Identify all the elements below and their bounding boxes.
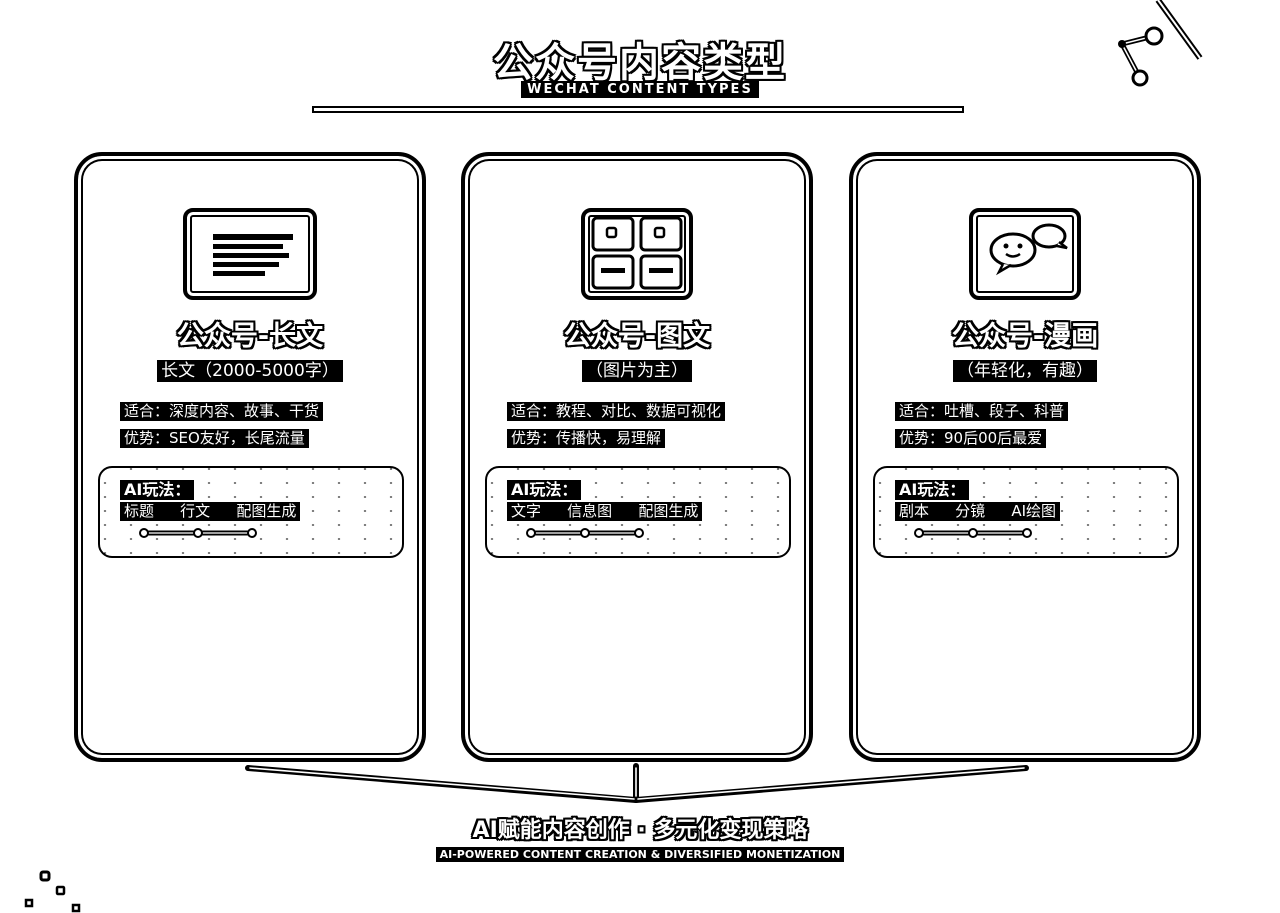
ai-method-label: AI玩法： (895, 480, 970, 500)
ai-method-label: AI玩法： (507, 480, 582, 500)
flow-step: 行文 (180, 502, 211, 520)
document-icon (183, 208, 317, 300)
title-divider (312, 106, 964, 113)
ai-method-box: AI玩法： 文字 → 信息图 → 配图生成 (485, 466, 791, 558)
card-title: 公众号-长文 (176, 321, 324, 352)
ai-flow: 文字 → 信息图 → 配图生成 (507, 502, 703, 521)
flow-step: 分镜 (955, 502, 986, 520)
dots-decoration-icon (24, 870, 81, 913)
flow-step: 文字 (511, 502, 542, 520)
flow-track-icon (526, 528, 644, 538)
card-advantage: 优势：SEO友好，长尾流量 (120, 429, 309, 448)
page-subtitle: WECHAT CONTENT TYPES (0, 81, 1280, 98)
page-title: 公众号内容类型 (493, 40, 787, 86)
ai-flow: 标题 → 行文 → 配图生成 (120, 502, 301, 521)
ai-method-label: AI玩法： (120, 480, 195, 500)
card-subtitle: （年轻化，有趣） (853, 356, 1197, 382)
flow-step: 剧本 (899, 502, 930, 520)
card-subtitle: （图片为主） (465, 356, 809, 382)
card-advantage: 优势：传播快，易理解 (507, 429, 666, 448)
ai-flow: 剧本 → 分镜 → AI绘图 (895, 502, 1060, 521)
flow-step: 标题 (124, 502, 155, 520)
card-advantage: 优势：90后00后最爱 (895, 429, 1047, 448)
ai-method-box: AI玩法： 标题 → 行文 → 配图生成 (98, 466, 404, 558)
card-suitable: 适合：吐槽、段子、科普 (895, 402, 1069, 421)
card-suitable: 适合：教程、对比、数据可视化 (507, 402, 726, 421)
footer-subtitle: AI-POWERED CONTENT CREATION & DIVERSIFIE… (0, 847, 1280, 862)
card-title: 公众号-漫画 (951, 321, 1099, 352)
flow-step: 信息图 (567, 502, 613, 520)
flow-step: AI绘图 (1011, 502, 1056, 520)
footer-title: AI赋能内容创作 · 多元化变现策略 (472, 818, 808, 843)
flow-step: 配图生成 (638, 502, 699, 520)
card-suitable: 适合：深度内容、故事、干货 (120, 402, 324, 421)
grid-icon (581, 208, 693, 300)
card-image-text: 公众号-图文 （图片为主） 适合：教程、对比、数据可视化 优势：传播快，易理解 … (461, 152, 813, 762)
flow-step: 配图生成 (236, 502, 297, 520)
flow-track-icon (139, 528, 257, 538)
comic-icon (969, 208, 1081, 300)
card-longform: 公众号-长文 长文（2000-5000字） 适合：深度内容、故事、干货 优势：S… (74, 152, 426, 762)
card-title: 公众号-图文 (563, 321, 711, 352)
ai-method-box: AI玩法： 剧本 → 分镜 → AI绘图 (873, 466, 1179, 558)
card-comic: 公众号-漫画 （年轻化，有趣） 适合：吐槽、段子、科普 优势：90后00后最爱 … (849, 152, 1201, 762)
flow-track-icon (914, 528, 1032, 538)
card-subtitle: 长文（2000-5000字） (78, 356, 422, 382)
